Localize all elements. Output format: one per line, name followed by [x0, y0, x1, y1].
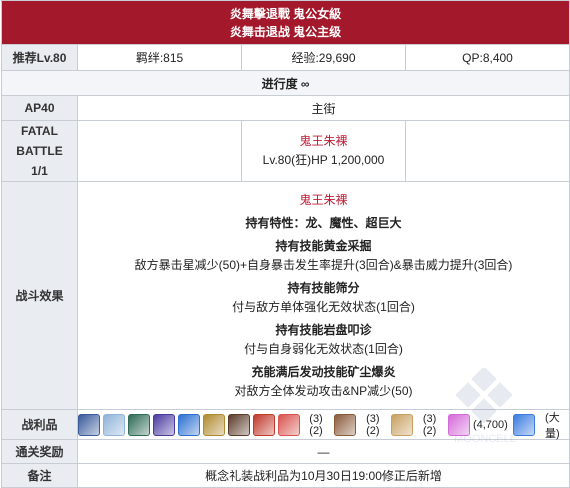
- drop-count: (3)(2): [422, 412, 437, 437]
- clear-reward-value: —: [76, 439, 570, 464]
- effects-content: 鬼王朱裸 持有特性：龙、魔性、超巨大 持有技能黄金采掘 敌方暴击星减少(50)+…: [76, 181, 570, 410]
- quest-title-jp: 炎舞擊退戰 鬼公女級: [229, 6, 342, 21]
- note-value: 概念礼装战利品为10月30日19:00修正后新增: [76, 463, 570, 488]
- enemy-traits: 持有特性：龙、魔性、超巨大: [245, 215, 402, 230]
- gold-ornament-icon[interactable]: [202, 413, 225, 436]
- progress-row: 进行度 ∞: [0, 70, 570, 96]
- quest-title-cn: 炎舞击退战 鬼公主级: [229, 24, 342, 39]
- fatal-label: FATAL: [21, 124, 58, 138]
- skill3-title: 持有技能岩盘叩诊: [275, 322, 372, 337]
- battle-label: BATTLE: [16, 144, 63, 158]
- drops-row: 战利品 (3)(2) (3)(2) (3)(2) (4,700) (大量): [1, 409, 570, 440]
- crystal-icon[interactable]: [512, 413, 535, 436]
- effects-enemy-name: 鬼王朱裸: [299, 192, 348, 207]
- charge-skill-desc: 对敌方全体发动攻击&NP减少(50): [234, 383, 413, 398]
- craft-essence-4[interactable]: [152, 413, 175, 436]
- title-row: 炎舞擊退戰 鬼公女級 炎舞击退战 鬼公主级: [0, 0, 570, 45]
- fatal-battle-label: FATAL BATTLE 1/1: [1, 120, 78, 182]
- location-value: 主街: [76, 95, 570, 121]
- craft-essence-2[interactable]: [102, 413, 125, 436]
- effects-label: 战斗效果: [1, 181, 78, 410]
- qp-orb-icon[interactable]: [447, 413, 470, 436]
- drops-label: 战利品: [1, 409, 78, 440]
- battle-count: 1/1: [31, 164, 48, 178]
- event-item-c-icon[interactable]: [391, 413, 414, 436]
- info-row: 推荐Lv.80 羁绊:815 经验:29,690 QP:8,400: [1, 44, 570, 71]
- exp-value: 经验:29,690: [241, 44, 406, 71]
- skill2-title: 持有技能筛分: [287, 280, 360, 295]
- red-seal-icon[interactable]: [252, 413, 275, 436]
- progress-label: 进行度 ∞: [0, 70, 570, 96]
- effects-row: 战斗效果 鬼王朱裸 持有特性：龙、魔性、超巨大 持有技能黄金采掘 敌方暴击星减少…: [1, 181, 570, 410]
- skill1-desc: 敌方暴击星减少(50)+自身暴击发生率提升(3回合)&暴击威力提升(3回合): [134, 257, 513, 272]
- clear-reward-label: 通关奖励: [1, 439, 78, 464]
- ap-label: AP40: [1, 95, 78, 121]
- empty-cell-left: [77, 120, 242, 182]
- skill2-desc: 付与敌方单体强化无效状态(1回合): [232, 299, 415, 314]
- skill1-title: 持有技能黄金采掘: [275, 238, 372, 253]
- charge-skill-title: 充能满后发动技能矿尘爆炎: [251, 364, 396, 379]
- note-label: 备注: [1, 463, 78, 488]
- event-item-a-icon[interactable]: [277, 413, 300, 436]
- drop-count: (4,700): [472, 418, 508, 431]
- quest-title: 炎舞擊退戰 鬼公女級 炎舞击退战 鬼公主级: [0, 0, 570, 45]
- note-row: 备注 概念礼装战利品为10月30日19:00修正后新增: [1, 463, 570, 488]
- recommended-level: 推荐Lv.80: [1, 44, 78, 71]
- drops-content: (3)(2) (3)(2) (3)(2) (4,700) (大量): [76, 409, 570, 440]
- fatal-battle-row: FATAL BATTLE 1/1 鬼王朱裸 Lv.80(狂)HP 1,200,0…: [1, 120, 570, 182]
- enemy-name: 鬼王朱裸: [299, 134, 348, 148]
- bond-value: 羁绊:815: [77, 44, 242, 71]
- drop-count: (3)(2): [309, 412, 323, 437]
- feather-icon[interactable]: [227, 413, 250, 436]
- clear-reward-row: 通关奖励 —: [1, 439, 570, 464]
- blue-gem-icon[interactable]: [177, 413, 200, 436]
- drop-count: (大量): [545, 411, 560, 440]
- drop-count: (3)(2): [366, 412, 380, 437]
- craft-essence-1[interactable]: [78, 413, 100, 436]
- enemy-cell: 鬼王朱裸 Lv.80(狂)HP 1,200,000: [241, 120, 406, 182]
- empty-cell-right: [404, 120, 570, 182]
- enemy-stats: Lv.80(狂)HP 1,200,000: [262, 153, 385, 167]
- craft-essence-3[interactable]: [127, 413, 150, 436]
- ap-row: AP40 主街: [1, 95, 570, 121]
- event-item-b-icon[interactable]: [334, 413, 357, 436]
- qp-value: QP:8,400: [404, 44, 570, 71]
- skill3-desc: 付与自身弱化无效状态(1回合): [244, 341, 403, 356]
- quest-table: 炎舞擊退戰 鬼公女級 炎舞击退战 鬼公主级 推荐Lv.80 羁绊:815 经验:…: [0, 0, 570, 488]
- drops-list: (3)(2) (3)(2) (3)(2) (4,700) (大量): [78, 411, 569, 440]
